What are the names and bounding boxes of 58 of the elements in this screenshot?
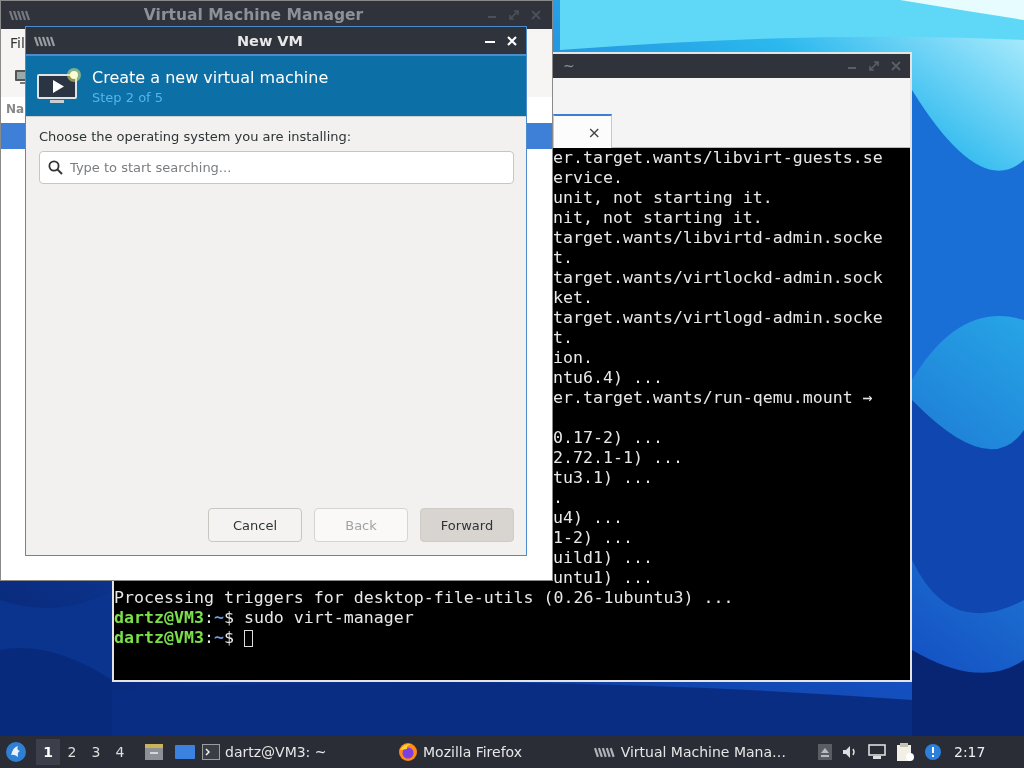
taskbar-task[interactable]: Mozilla Firefox <box>396 737 592 767</box>
clipboard-icon[interactable] <box>896 742 914 762</box>
terminal-line: tu3.1) ... <box>553 468 653 488</box>
workspace-button[interactable]: 3 <box>84 739 108 765</box>
terminal-line: ntu6.4) ... <box>553 368 663 388</box>
vm-logo-icon <box>34 34 56 47</box>
eject-icon[interactable] <box>818 744 832 760</box>
dialog-button[interactable]: Cancel <box>208 508 302 542</box>
terminal-line: target.wants/libvirtd-admin.socke <box>553 228 883 248</box>
terminal-line: t. <box>553 328 573 348</box>
terminal-icon <box>202 744 220 760</box>
terminal-tab[interactable]: × <box>553 114 612 148</box>
terminal-line: uild1) ... <box>553 548 653 568</box>
terminal-line: u4) ... <box>553 508 623 528</box>
terminal-line: Processing triggers for desktop-file-utils (0.26-1ubuntu3) ... <box>114 588 734 608</box>
start-menu-icon[interactable] <box>5 741 27 763</box>
window-title: ~ <box>563 58 575 74</box>
clock: 2:17 <box>954 744 986 760</box>
terminal-line: ket. <box>553 288 593 308</box>
terminal-line: ervice. <box>553 168 623 188</box>
vm-logo-icon <box>9 9 31 21</box>
terminal-line: er.target.wants/libvirt-guests.se <box>553 148 883 168</box>
terminal-line: er.target.wants/run-qemu.mount → <box>553 388 873 408</box>
terminal-line: 1-2) ... <box>553 528 633 548</box>
terminal-line: nit, not starting it. <box>553 208 763 228</box>
taskbar-task[interactable]: Virtual Machine Mana… <box>592 737 788 767</box>
terminal-line: ion. <box>553 348 593 368</box>
file-manager-icon[interactable] <box>144 743 164 761</box>
terminal-prompt: dartz@VM3:~$ sudo virt-manager <box>114 608 414 628</box>
workspace-button[interactable]: 2 <box>60 739 84 765</box>
browser-icon <box>398 742 418 762</box>
window-title: New VM <box>235 32 305 49</box>
terminal-line: . <box>553 488 563 508</box>
terminal-line: t. <box>553 248 573 268</box>
step-label: Step 2 of 5 <box>92 89 165 105</box>
workspace-button[interactable]: 4 <box>108 739 132 765</box>
terminal-line: 0.17-2) ... <box>553 428 663 448</box>
terminal-prompt: dartz@VM3:~$ <box>114 628 235 648</box>
column-header[interactable]: Na <box>1 97 25 121</box>
terminal-line: unit, not starting it. <box>553 188 773 208</box>
window-title: Virtual Machine Manager <box>142 6 365 24</box>
taskbar-task[interactable]: dartz@VM3: ~ <box>200 737 396 767</box>
terminal-line: target.wants/virtlogd-admin.socke <box>553 308 883 328</box>
terminal-line: untu1) ... <box>553 568 653 588</box>
instruction-text: Choose the operating system you are installing: <box>39 129 353 144</box>
terminal-line: target.wants/virtlockd-admin.sock <box>553 268 883 288</box>
vm-logo-icon <box>594 746 616 758</box>
dialog-heading: Create a new virtual machine <box>92 67 329 87</box>
workspace-button[interactable]: 1 <box>36 739 60 765</box>
volume-icon[interactable] <box>842 744 858 760</box>
terminal-line: 2.72.1-1) ... <box>553 448 683 468</box>
dialog-button[interactable]: Forward <box>420 508 514 542</box>
desktop-icon[interactable] <box>174 744 196 760</box>
tab-close-button[interactable]: × <box>585 122 603 142</box>
menu-item[interactable]: Fil <box>10 35 25 51</box>
notification-icon[interactable] <box>924 743 942 761</box>
search-field[interactable]: Type to start searching... <box>39 151 514 184</box>
monitor-play-icon <box>36 66 82 106</box>
